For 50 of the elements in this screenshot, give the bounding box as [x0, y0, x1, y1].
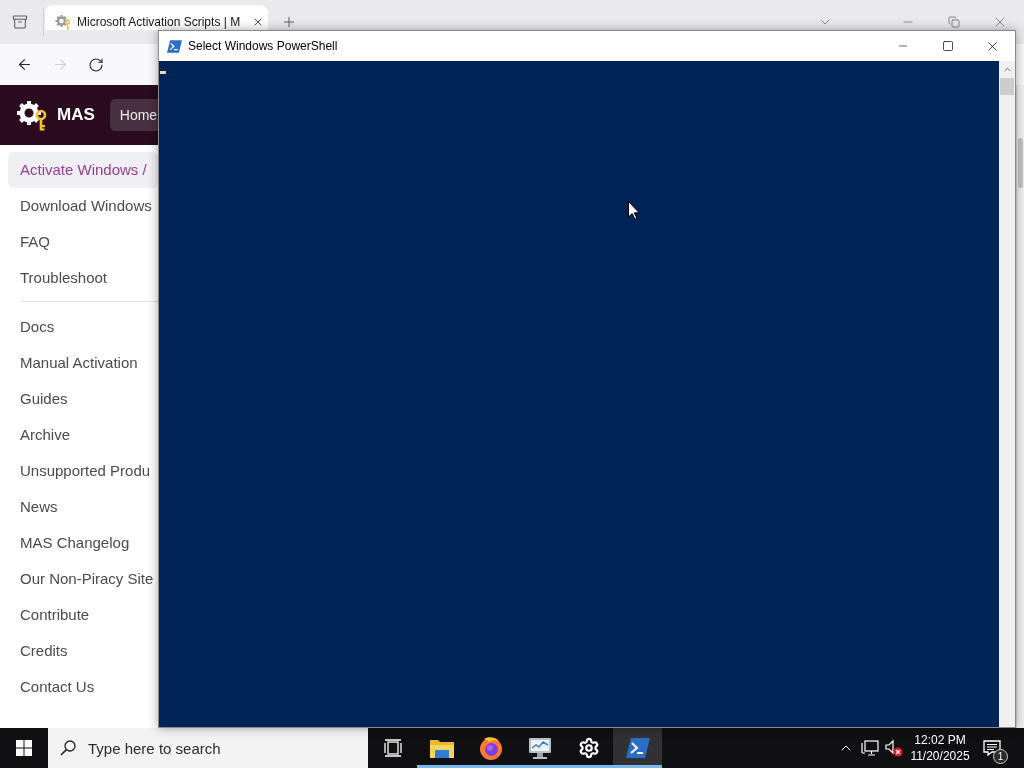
- window-title: Select Windows PowerShell: [188, 38, 338, 55]
- sidebar-link[interactable]: Unsupported Produ: [8, 453, 158, 489]
- sidebar-link[interactable]: Credits: [8, 633, 158, 669]
- site-logo-text: MAS: [57, 104, 95, 127]
- sidebar-link[interactable]: Contact Us: [8, 669, 158, 705]
- sidebar-link[interactable]: Docs: [8, 309, 158, 345]
- browser-tab[interactable]: Microsoft Activation Scripts | M: [45, 5, 268, 30]
- scrollbar-thumb[interactable]: [1018, 138, 1023, 188]
- plus-icon: [281, 14, 297, 30]
- sidebar-link[interactable]: Activate Windows /: [8, 152, 158, 188]
- gear-key-favicon-icon: [55, 14, 71, 30]
- scrollbar[interactable]: [999, 61, 1015, 727]
- terminal-icon: [167, 38, 182, 54]
- sidebar-link[interactable]: Manual Activation: [8, 345, 158, 381]
- reload-icon: [88, 56, 104, 73]
- sidebar-link[interactable]: Our Non-Piracy Site: [8, 561, 158, 597]
- scrollbar-thumb[interactable]: [1000, 78, 1014, 95]
- notification-button[interactable]: 1: [974, 728, 1010, 768]
- scrollbar[interactable]: [1016, 85, 1024, 728]
- maximize-icon: [941, 40, 954, 52]
- search-field[interactable]: Type here to search: [48, 728, 368, 768]
- sidebar-link[interactable]: News: [8, 489, 158, 525]
- terminal-icon: [625, 736, 650, 760]
- clock-time: 12:02 PM: [914, 732, 966, 748]
- gear-key-logo-icon: [16, 99, 48, 131]
- restore-icon: [948, 16, 960, 28]
- box-icon: [12, 14, 28, 30]
- monitor-chart-icon: [527, 736, 552, 760]
- text-cursor-icon: [160, 71, 166, 74]
- windows-logo-icon: [16, 740, 32, 756]
- network-icon: [861, 740, 879, 756]
- sidebar-link[interactable]: Guides: [8, 381, 158, 417]
- sidebar-link[interactable]: Archive: [8, 417, 158, 453]
- sidebar-link[interactable]: Download Windows: [8, 188, 158, 224]
- nav-link[interactable]: Home: [109, 99, 158, 131]
- taskbar-app-button[interactable]: [613, 728, 662, 768]
- task-view-icon: [383, 739, 402, 757]
- sidebar-link[interactable]: FAQ: [8, 224, 158, 260]
- sidebar-link[interactable]: MAS Changelog: [8, 525, 158, 561]
- clock-date: 11/20/2025: [910, 748, 970, 764]
- mouse-pointer-icon: [628, 201, 640, 220]
- browser-logo-icon: [478, 736, 503, 760]
- folder-icon: [429, 738, 454, 758]
- muted-speaker-icon: [885, 739, 903, 757]
- clock[interactable]: 12:02 PM 11/20/2025: [910, 732, 970, 764]
- sidebar-link[interactable]: Troubleshoot: [8, 260, 158, 296]
- notification-count: 1: [993, 749, 1008, 764]
- search-icon: [60, 740, 76, 756]
- settings-icon: [577, 737, 600, 759]
- sidebar-link[interactable]: Contribute: [8, 597, 158, 633]
